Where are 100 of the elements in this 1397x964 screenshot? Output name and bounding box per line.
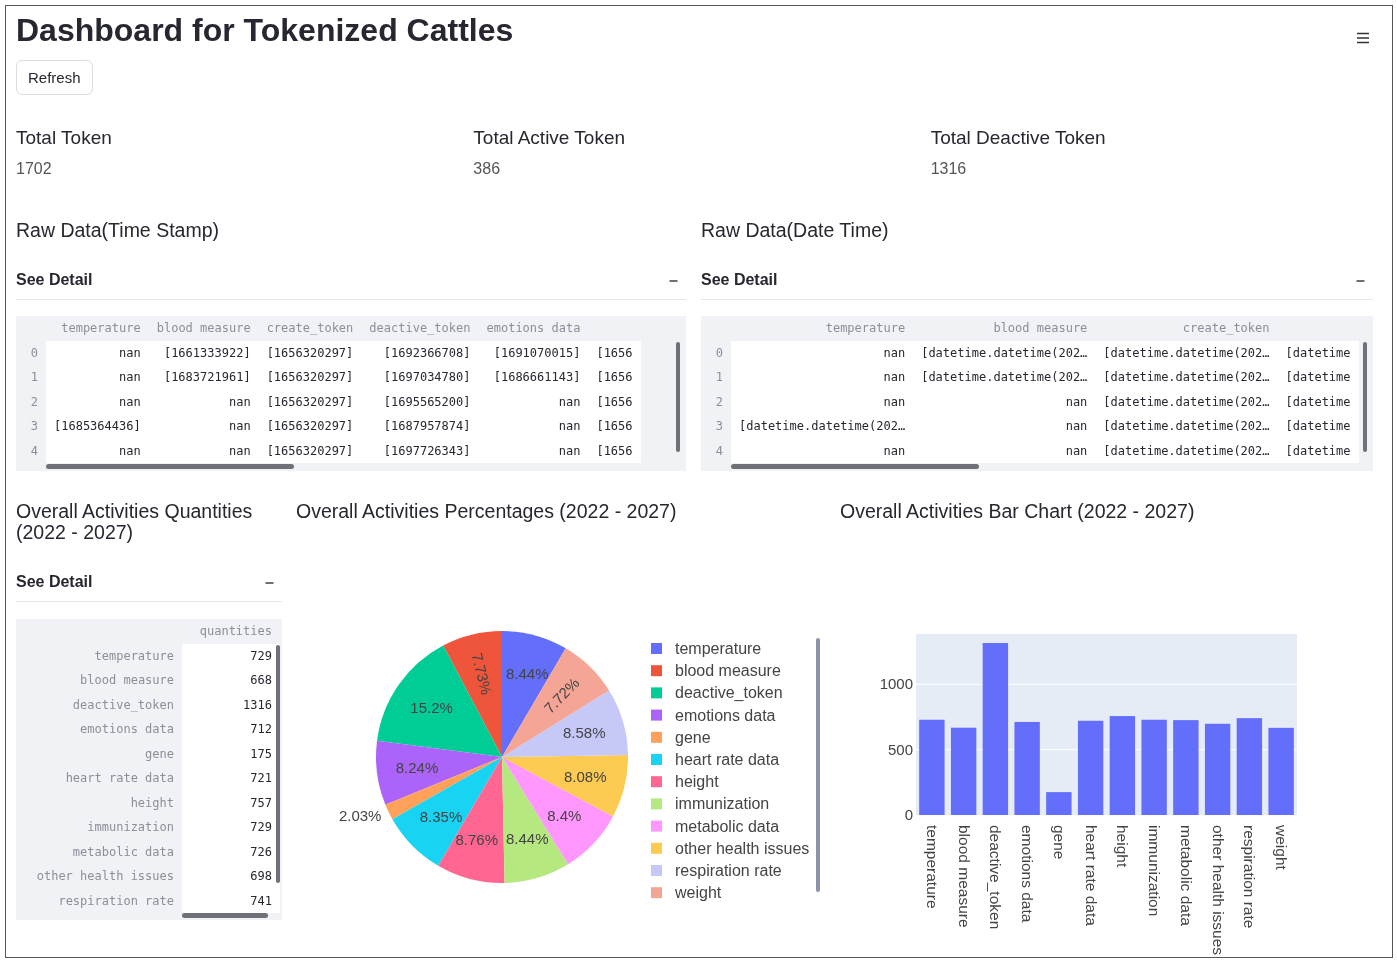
table-cell: [1685364436]: [46, 414, 149, 439]
legend-label: deactive_token: [675, 684, 783, 702]
slice-label: 8.35%: [419, 808, 463, 826]
legend-label: emotions data: [675, 706, 776, 724]
table-cell: [datetime: [1277, 365, 1359, 390]
column-header[interactable]: temperature: [46, 316, 149, 341]
axis-category-label: metabolic data: [1177, 825, 1195, 926]
slice-label: 15.2%: [410, 699, 453, 717]
section-title: Overall Activities Bar Chart (2022 - 2027): [840, 501, 1196, 522]
axis-category-label: blood measure: [955, 825, 973, 928]
expander-toggle[interactable]: See Detail: [16, 565, 282, 602]
axis-category-label: temperature: [923, 825, 941, 909]
metric-label: Total Deactive Token: [930, 126, 1107, 150]
axis-category-label: respiration rate: [1241, 825, 1259, 929]
table-cell: [1661333922]: [148, 340, 259, 365]
slice-label: 8.08%: [564, 768, 607, 786]
axis-category-label: immunization: [1146, 825, 1164, 917]
column-header[interactable]: blood measure: [913, 316, 1096, 341]
legend-label: blood measure: [675, 662, 781, 680]
table-cell: [1683721961]: [148, 365, 259, 390]
table-cell: [datetime.datetime(202…: [1095, 414, 1278, 439]
table-cell: [datetime.datetime(202…: [731, 414, 914, 439]
table-cell: [1691070015]: [478, 340, 589, 365]
legend-swatch: [651, 687, 662, 699]
metric-value: 1316: [930, 160, 968, 178]
column-header[interactable]: create_token: [1095, 316, 1278, 341]
column-header[interactable]: blood measure: [148, 316, 259, 341]
table-cell: [1656: [588, 438, 641, 463]
legend-swatch: [651, 776, 662, 788]
slice-label: 8.4%: [547, 806, 582, 824]
scrollbar[interactable]: [731, 464, 979, 469]
table-cell: [1656: [588, 340, 641, 365]
expander-toggle[interactable]: See Detail: [701, 263, 1373, 300]
scrollbar[interactable]: [182, 913, 268, 918]
axis-tick-label: 500: [887, 740, 913, 758]
table-cell: [1656: [588, 365, 641, 390]
column-header[interactable]: temperature: [731, 316, 914, 341]
axis-category-label: deactive_token: [987, 825, 1005, 930]
legend-label: respiration rate: [675, 862, 782, 879]
legend-swatch: [651, 820, 662, 832]
table-cell: nan: [913, 389, 1096, 414]
table-cell: 698: [182, 864, 280, 889]
table-cell: nan: [478, 414, 589, 439]
table-cell: [datetime.datetime(202…: [1095, 340, 1278, 365]
section-title: Overall Activities Percentages (2022 - 2027): [296, 501, 678, 522]
section-title: Raw Data(Time Stamp): [16, 220, 220, 241]
table-cell: [datetime.datetime(202…: [1095, 389, 1278, 414]
table-cell: nan: [148, 389, 259, 414]
slice-label: 8.44%: [506, 665, 549, 683]
axis-category-label: weight: [1273, 825, 1291, 870]
table-cell: [1686661143]: [478, 365, 589, 390]
table-cell: [datetime.datetime(202…: [913, 365, 1096, 390]
bar: [1046, 792, 1072, 815]
table-cell: [1656: [588, 414, 641, 439]
table-cell: [1697034780]: [361, 365, 479, 390]
table-cell: nan: [478, 389, 589, 414]
table-cell: [1687957874]: [361, 414, 479, 439]
scrollbar[interactable]: [46, 464, 294, 469]
table-cell: nan: [46, 438, 149, 463]
table-cell: [datetime: [1277, 414, 1359, 439]
expander-toggle[interactable]: See Detail: [16, 263, 686, 300]
table-cell: [1692366708]: [361, 340, 479, 365]
column-header[interactable]: emotions data: [478, 316, 589, 341]
metric-value: 1702: [16, 160, 53, 178]
slice-label: 8.44%: [506, 830, 549, 848]
column-header[interactable]: create_token: [258, 316, 362, 341]
legend-label: immunization: [675, 795, 770, 813]
table-cell: [1656320297]: [258, 365, 362, 390]
slice-label: 8.76%: [455, 830, 498, 848]
table-cell: nan: [46, 365, 149, 390]
column-header[interactable]: quantities: [182, 619, 280, 644]
scrollbar[interactable]: [676, 342, 680, 452]
table-cell: [datetime.datetime(202…: [1095, 365, 1278, 390]
metric-label: Total Token: [16, 126, 113, 150]
table-cell: nan: [148, 414, 259, 439]
legend-label: gene: [675, 728, 711, 746]
legend-label: weight: [675, 884, 722, 902]
legend-swatch: [651, 731, 662, 743]
slice-label: 8.58%: [562, 723, 606, 741]
table-cell: [datetime: [1277, 340, 1359, 365]
table-cell: nan: [46, 389, 149, 414]
table-cell: [1656: [588, 389, 641, 414]
legend-label: temperature: [675, 640, 762, 657]
section-title: Raw Data(Date Time): [701, 220, 890, 241]
table-cell: nan: [913, 414, 1096, 439]
legend-label: height: [675, 773, 719, 791]
table-cell: nan: [731, 365, 914, 390]
legend-swatch: [651, 842, 662, 854]
legend-swatch: [651, 798, 662, 810]
legend-label: metabolic data: [675, 817, 780, 835]
section-title: Overall Activities Quantities (2022 - 2027): [16, 501, 254, 543]
axis-category-label: gene: [1050, 825, 1068, 860]
scrollbar[interactable]: [1363, 342, 1367, 452]
refresh-button[interactable]: Refresh: [16, 60, 93, 95]
scrollbar[interactable]: [276, 645, 280, 883]
legend-label: other health issues: [675, 839, 810, 857]
slice-label: 8.24%: [395, 759, 439, 777]
column-header[interactable]: deactive_token: [361, 316, 479, 341]
slice-label: 7.73%: [468, 651, 496, 697]
table-cell: [datetime.datetime(202…: [913, 340, 1096, 365]
